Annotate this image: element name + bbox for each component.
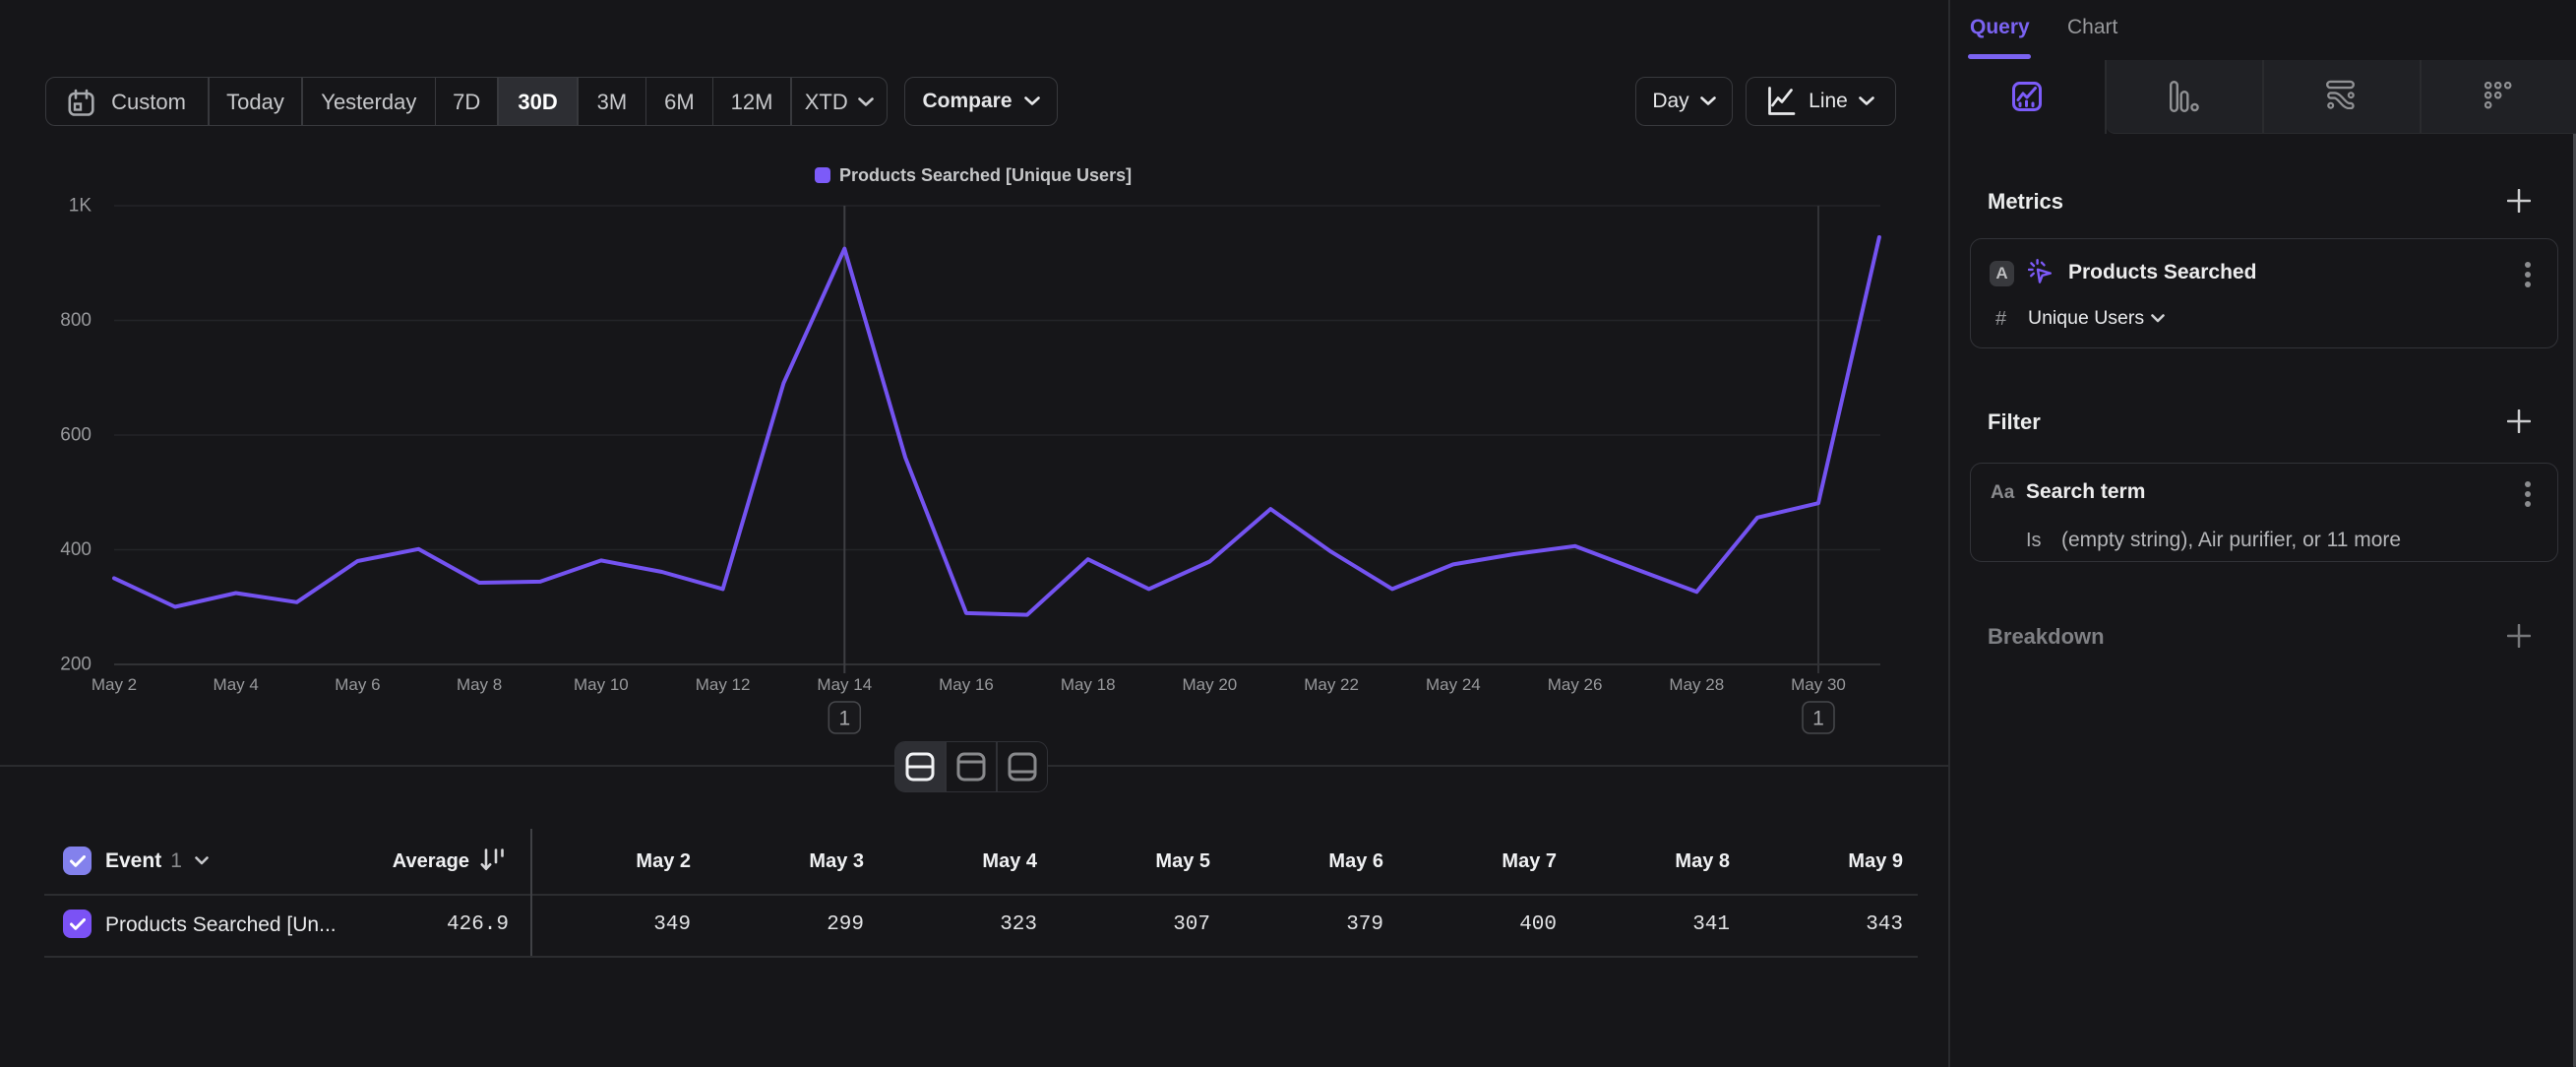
svg-text:May 28: May 28 (1669, 675, 1724, 694)
svg-text:May 16: May 16 (939, 675, 994, 694)
svg-text:May 20: May 20 (1183, 675, 1238, 694)
svg-text:1K: 1K (69, 196, 92, 217)
svg-text:May 4: May 4 (214, 675, 259, 694)
svg-text:May 24: May 24 (1426, 675, 1481, 694)
svg-text:May 14: May 14 (817, 675, 872, 694)
svg-text:May 6: May 6 (335, 675, 380, 694)
svg-text:May 30: May 30 (1791, 675, 1846, 694)
svg-text:May 2: May 2 (92, 675, 137, 694)
svg-text:Products Searched [Unique User: Products Searched [Unique Users] (839, 165, 1132, 185)
svg-text:1: 1 (1812, 708, 1824, 730)
svg-text:1: 1 (838, 708, 850, 730)
svg-text:200: 200 (60, 655, 92, 675)
svg-text:May 8: May 8 (457, 675, 502, 694)
svg-text:May 18: May 18 (1061, 675, 1116, 694)
svg-text:400: 400 (60, 539, 92, 560)
svg-text:May 22: May 22 (1304, 675, 1359, 694)
svg-text:May 26: May 26 (1548, 675, 1603, 694)
svg-text:600: 600 (60, 425, 92, 446)
svg-text:May 10: May 10 (574, 675, 629, 694)
svg-text:May 12: May 12 (696, 675, 751, 694)
svg-text:800: 800 (60, 310, 92, 331)
